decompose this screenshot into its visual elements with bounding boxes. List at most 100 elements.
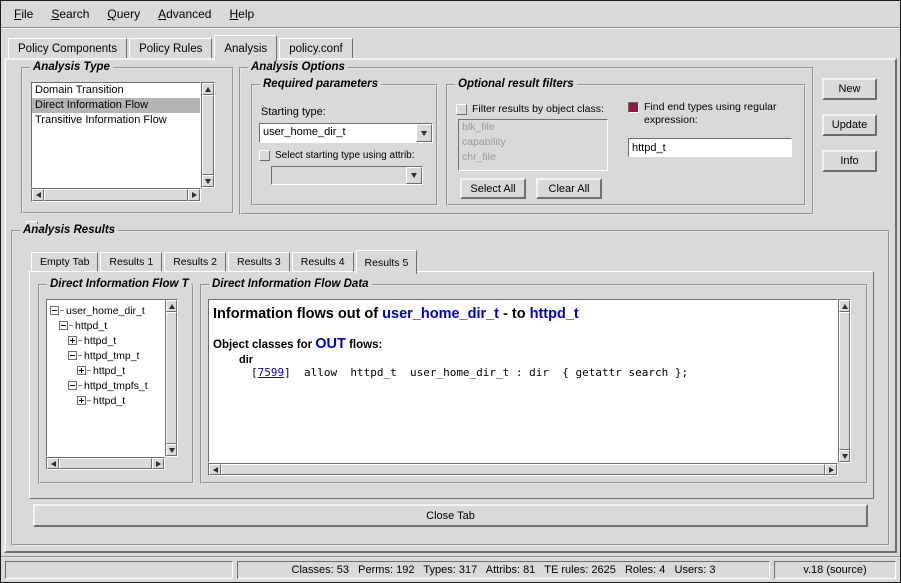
tree-hscrollbar[interactable] (46, 457, 165, 470)
tab-results-3[interactable]: Results 3 (228, 252, 290, 271)
rule-id-link[interactable]: 7599 (258, 366, 285, 379)
chevron-down-icon (421, 131, 427, 136)
regex-entry[interactable] (628, 138, 792, 157)
analysis-type-vscrollbar[interactable] (201, 82, 215, 188)
flow-text-hscrollbar[interactable] (208, 463, 838, 476)
analysis-type-hscrollbar[interactable] (31, 188, 201, 202)
tab-results-1[interactable]: Results 1 (100, 252, 162, 271)
scroll-up-button[interactable] (839, 300, 850, 312)
new-button[interactable]: New (822, 78, 877, 100)
filter-by-class-checkbox-row[interactable]: Filter results by object class: (456, 103, 624, 116)
scroll-thumb[interactable] (59, 458, 152, 469)
scroll-down-button[interactable] (202, 175, 214, 187)
rule-bracket-close: ] (284, 366, 291, 379)
clear-all-button[interactable]: Clear All (536, 178, 602, 199)
scroll-thumb[interactable] (44, 189, 188, 201)
tab-analysis[interactable]: Analysis (214, 35, 277, 61)
starting-type-combobox[interactable]: user_home_dir_t (259, 123, 433, 143)
tab-results-2[interactable]: Results 2 (164, 252, 226, 271)
scroll-left-button[interactable] (47, 458, 59, 469)
tree-node[interactable]: httpd_tmp_t (48, 348, 163, 363)
scroll-right-button[interactable] (825, 464, 837, 475)
menu-help-label: elp (238, 7, 254, 21)
tab-policy-components[interactable]: Policy Components (8, 38, 127, 58)
menu-query-mnemonic: Q (107, 7, 116, 21)
menu-query[interactable]: Query (98, 4, 149, 24)
tree-connector (78, 355, 82, 356)
tree-node-label[interactable]: httpd_t (93, 365, 125, 377)
scroll-up-button[interactable] (166, 300, 177, 312)
tab-policy-conf[interactable]: policy.conf (279, 38, 352, 58)
analysis-options-title: Analysis Options (248, 61, 348, 73)
tab-results-5[interactable]: Results 5 (356, 250, 418, 274)
scroll-down-button[interactable] (839, 450, 850, 462)
tree-node[interactable]: httpd_t (48, 318, 163, 333)
scroll-thumb[interactable] (221, 464, 825, 475)
attrib-checkbox[interactable] (259, 150, 270, 161)
tree-node-label[interactable]: httpd_tmp_t (84, 350, 139, 362)
analysis-type-item-transitive-information-flow[interactable]: Transitive Information Flow (32, 113, 200, 128)
regex-input[interactable] (629, 139, 791, 156)
analysis-type-listbox[interactable]: Domain Transition Direct Information Flo… (31, 82, 201, 188)
tree-node-label[interactable]: user_home_dir_t (66, 305, 145, 317)
arrow-left-icon (51, 461, 56, 467)
select-all-button[interactable]: Select All (460, 178, 526, 199)
analysis-type-item-domain-transition[interactable]: Domain Transition (32, 83, 200, 98)
update-button[interactable]: Update (822, 114, 877, 136)
scroll-up-button[interactable] (202, 83, 214, 95)
menu-advanced[interactable]: Advanced (149, 4, 220, 24)
tree-node-label[interactable]: httpd_t (75, 320, 107, 332)
attrib-checkbox-row[interactable]: Select starting type using attrib: (259, 149, 435, 162)
tree-expand-icon[interactable] (77, 366, 86, 375)
scroll-left-button[interactable] (32, 189, 44, 201)
tree-expand-icon[interactable] (77, 396, 86, 405)
analysis-type-item-direct-information-flow[interactable]: Direct Information Flow (32, 98, 200, 113)
scroll-down-button[interactable] (166, 444, 177, 456)
scroll-thumb[interactable] (839, 312, 850, 450)
tree-node-label[interactable]: httpd_tmpfs_t (84, 380, 148, 392)
starting-type-dropdown-button[interactable] (416, 124, 432, 142)
tab-results-4[interactable]: Results 4 (292, 252, 354, 271)
flow-tree-group: Direct Information Flow T user_home_dir_… (38, 284, 194, 484)
close-tab-button[interactable]: Close Tab (33, 504, 868, 527)
tree-node[interactable]: httpd_t (48, 393, 163, 408)
menu-help[interactable]: Help (220, 4, 263, 24)
menu-query-label: uery (117, 7, 140, 21)
menu-search[interactable]: Search (42, 4, 98, 24)
tree-vscrollbar[interactable] (165, 299, 178, 457)
tree-expand-icon[interactable] (68, 336, 77, 345)
menu-advanced-mnemonic: A (158, 7, 166, 21)
scroll-right-button[interactable] (188, 189, 200, 201)
flow-text-vscrollbar[interactable] (838, 299, 851, 463)
scroll-right-button[interactable] (152, 458, 164, 469)
attrib-combobox-value (272, 167, 406, 184)
arrow-up-icon (205, 87, 211, 92)
flow-heading-middle: - to (499, 306, 530, 322)
filter-by-class-checkbox[interactable] (456, 104, 467, 115)
scroll-left-button[interactable] (209, 464, 221, 475)
menu-file[interactable]: File (5, 4, 42, 24)
tree-collapse-icon[interactable] (59, 321, 68, 330)
tab-policy-rules[interactable]: Policy Rules (129, 38, 212, 58)
regex-checkbox[interactable] (628, 102, 639, 113)
scroll-thumb[interactable] (166, 312, 177, 444)
tree-collapse-icon[interactable] (68, 381, 77, 390)
tree-collapse-icon[interactable] (50, 306, 59, 315)
info-button[interactable]: Info (822, 150, 877, 172)
tree-node[interactable]: httpd_tmpfs_t (48, 378, 163, 393)
tree-node-label[interactable]: httpd_t (84, 335, 116, 347)
tree-collapse-icon[interactable] (68, 351, 77, 360)
tree-node[interactable]: httpd_t (48, 333, 163, 348)
tree-node-label[interactable]: httpd_t (93, 395, 125, 407)
object-classes-prefix: Object classes for (213, 339, 315, 351)
scroll-thumb[interactable] (202, 95, 214, 175)
flow-results-text: Information flows out of user_home_dir_t… (208, 299, 838, 463)
regex-checkbox-row[interactable]: Find end types using regular expression: (628, 101, 798, 127)
regex-checkbox-label: Find end types using regular expression: (644, 101, 798, 127)
flow-tree[interactable]: user_home_dir_t httpd_t httpd_t httpd_tm… (46, 299, 165, 457)
tab-empty-tab[interactable]: Empty Tab (31, 252, 98, 271)
attrib-combobox (271, 166, 423, 185)
tree-connector (69, 325, 73, 326)
tree-node[interactable]: httpd_t (48, 363, 163, 378)
tree-node[interactable]: user_home_dir_t (48, 303, 163, 318)
